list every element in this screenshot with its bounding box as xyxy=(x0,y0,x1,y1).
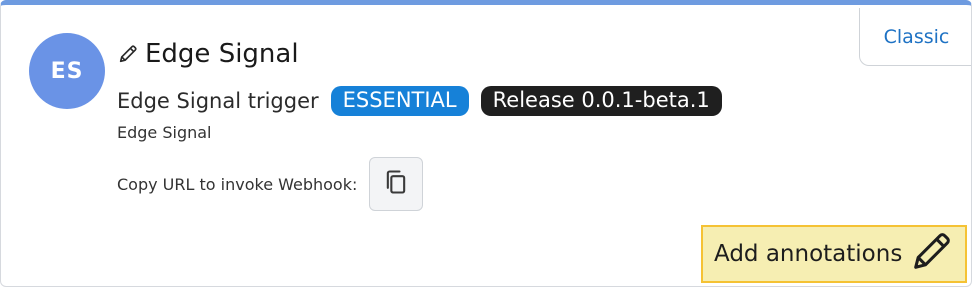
copy-icon xyxy=(382,168,410,201)
add-annotations-label: Add annotations xyxy=(714,241,903,267)
trigger-card: ES Edge Signal Edge Signal trigger ESSEN… xyxy=(0,0,972,287)
webhook-label: Copy URL to invoke Webhook: xyxy=(117,174,358,194)
release-badge: Release 0.0.1-beta.1 xyxy=(480,86,722,117)
add-annotations-button[interactable]: Add annotations xyxy=(701,225,967,283)
avatar: ES xyxy=(29,33,105,109)
copy-url-button[interactable] xyxy=(369,157,424,211)
subtitle-row: Edge Signal trigger ESSENTIAL Release 0.… xyxy=(117,86,722,117)
essential-badge: ESSENTIAL xyxy=(330,86,469,117)
trigger-label: Edge Signal trigger xyxy=(117,89,319,114)
trigger-caption: Edge Signal xyxy=(117,123,212,142)
pencil-icon xyxy=(909,228,955,280)
classic-tab-label: Classic xyxy=(883,25,950,48)
webhook-row: Copy URL to invoke Webhook: xyxy=(117,157,424,211)
pencil-icon[interactable] xyxy=(117,43,139,65)
title-row: Edge Signal xyxy=(117,41,299,67)
avatar-initials: ES xyxy=(50,58,84,84)
classic-tab[interactable]: Classic xyxy=(859,8,971,66)
page-title: Edge Signal xyxy=(145,39,299,69)
